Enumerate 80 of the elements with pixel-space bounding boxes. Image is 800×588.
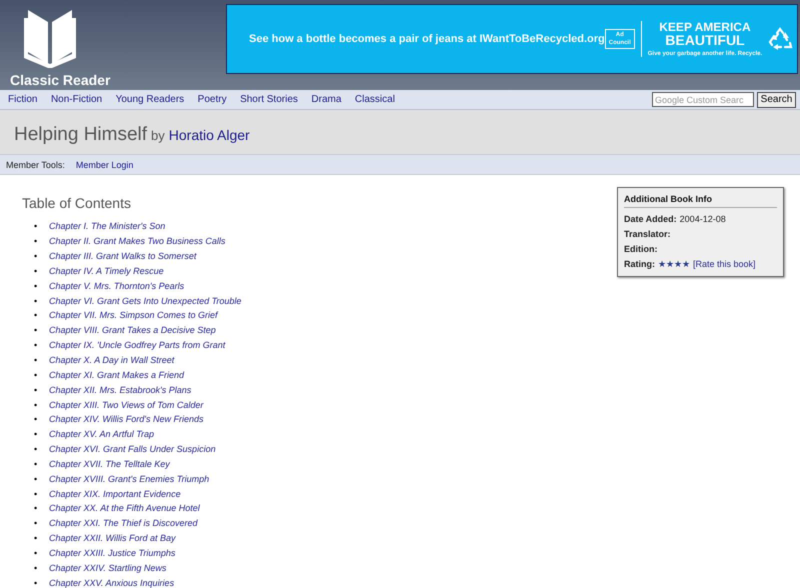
search-field[interactable]: Google Custom Searc [652,92,754,107]
bullet: • [34,443,38,456]
chapter-link[interactable]: Chapter X. A Day in Wall Street [49,354,174,366]
nav-link[interactable]: Non-Fiction [50,94,102,105]
bullet: • [34,220,38,232]
star-icon: ★ [666,259,674,269]
brand-text: BEAUTIFUL [665,33,745,47]
bullet: • [34,517,38,530]
chapter-link[interactable]: Chapter XXI. The Thief is Discovered [49,517,198,530]
chapter-link[interactable]: Chapter XXIV. Startling News [49,562,166,574]
bullet: • [34,398,38,411]
by-text: by [151,128,165,143]
search-button[interactable]: Search [757,92,796,108]
panel-title: Additional Book Info [624,194,777,208]
bullet: • [34,532,38,544]
chapter-link[interactable]: Chapter IX. 'Uncle Godfrey Parts from Grant [49,339,226,352]
bullet: • [34,458,38,470]
bullet: • [34,368,38,381]
book-title: Helping Himself [14,124,148,146]
bullet: • [34,384,38,396]
chapter-link[interactable]: Chapter XXV. Anxious Inquiries [49,576,174,588]
bullet: • [34,562,38,574]
chapter-link[interactable]: Chapter VI. Grant Gets Into Unexpected Trouble [49,294,242,307]
chapter-link[interactable]: Chapter XV. An Artful Trap [49,428,154,440]
bullet: • [34,502,38,514]
bullet: • [34,546,38,559]
chapter-link[interactable]: Chapter XXIII. Justice Triumphs [49,546,176,559]
chapter-link[interactable]: Chapter VIII. Grant Takes a Decisive Step [49,324,216,336]
star-icon: ★ [674,259,682,269]
chapter-link[interactable]: Chapter XVIII. Grant's Enemies Triumph [49,472,210,485]
nav-link[interactable]: Drama [311,94,342,105]
star-icon: ★ [658,259,666,269]
bullet: • [34,294,38,307]
rate-link[interactable]: [Rate this book] [693,257,756,272]
site-name[interactable]: Classic Reader [10,72,110,88]
chapter-link[interactable]: Chapter XI. Grant Makes a Friend [49,368,184,381]
bullet: • [34,264,38,277]
chapter-link[interactable]: Chapter IV. A Timely Rescue [49,264,164,277]
bullet: • [34,428,38,440]
bullet: • [34,472,38,485]
bullet: • [34,280,38,292]
bullet: • [34,339,38,352]
bullet: • [34,324,38,336]
chapter-link[interactable]: Chapter XXII. Willis Ford at Bay [49,532,176,544]
nav-link[interactable]: Short Stories [240,94,298,105]
nav-link[interactable]: Young Readers [116,94,184,105]
bullet: • [34,235,38,248]
chapter-link[interactable]: Chapter XX. At the Fifth Avenue Hotel [49,502,200,514]
nav-link[interactable]: Poetry [198,94,227,105]
field-label: Date Added: [624,213,677,226]
chapter-link[interactable]: Chapter I. The Minister's Son [49,220,166,232]
bullet: • [34,354,38,366]
chapter-link[interactable]: Chapter III. Grant Walks to Somerset [49,250,196,262]
brand-text: KEEP AMERICA [659,21,751,33]
ad-headline: See how a bottle becomes a pair of jeans at IWantToBeRecycled.org [249,33,605,45]
member-login-link[interactable]: Member Login [76,160,134,170]
bullet: • [34,413,38,426]
chapter-link[interactable]: Chapter II. Grant Makes Two Business Calls [49,235,226,248]
member-tools-label: Member Tools: [6,160,65,170]
star-icon: ★ [682,259,690,269]
chapter-link[interactable]: Chapter XIV. Willis Ford's New Friends [49,413,204,426]
nav-link[interactable]: Fiction [8,94,38,105]
field-label: Translator: [624,228,671,241]
bullet: • [34,250,38,262]
chapter-link[interactable]: Chapter XVII. The Telltale Key [49,458,170,470]
field-value: 2004-12-08 [680,213,726,226]
chapter-link[interactable]: Chapter XIX. Important Evidence [49,488,181,500]
toc-heading: Table of Contents [22,195,132,211]
bullet: • [34,488,38,500]
chapter-link[interactable]: Chapter XIII. Two Views of Tom Calder [49,398,204,411]
nav-link[interactable]: Classical [354,94,395,105]
chapter-link[interactable]: Chapter VII. Mrs. Simpson Comes to Grief [49,309,218,322]
chapter-link[interactable]: Chapter V. Mrs. Thornton's Pearls [49,280,184,292]
chapter-link[interactable]: Chapter XII. Mrs. Estabrook's Plans [49,384,192,396]
chapter-link[interactable]: Chapter XVI. Grant Falls Under Suspicion [49,443,216,456]
bullet: • [34,576,38,588]
field-label: Edition: [624,243,658,256]
field-label: Rating: [624,258,655,271]
bullet: • [34,309,38,322]
author-link[interactable]: Horatio Alger [168,127,250,143]
